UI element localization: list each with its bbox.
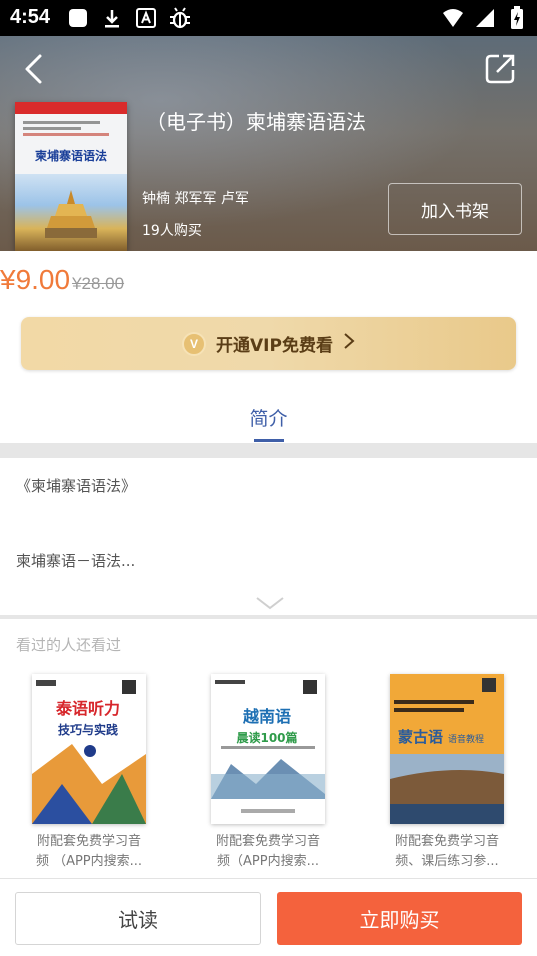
vip-free-read-button[interactable]: V 开通VIP免费看 xyxy=(21,317,516,370)
related-book-cover[interactable]: 泰语听力 技巧与实践 xyxy=(32,674,146,824)
related-book-cover[interactable]: 越南语 晨读100篇 xyxy=(211,674,325,824)
expand-intro-button[interactable] xyxy=(255,594,285,612)
related-book-card[interactable]: 蒙古语 语音教程 附配套免费学习音 频、课后练习参... xyxy=(390,674,504,872)
share-button[interactable] xyxy=(483,52,517,86)
temple-illustration xyxy=(45,190,97,238)
trial-read-button[interactable]: 试读 xyxy=(15,892,261,945)
related-book-cover-sub: 技巧与实践 xyxy=(58,722,118,737)
share-external-icon xyxy=(485,54,515,84)
book-cover[interactable]: 柬埔寨语语法 xyxy=(15,102,127,251)
related-book-desc: 附配套免费学习音 频、课后练习参... xyxy=(372,832,522,872)
related-book-card[interactable]: 泰语听力 技巧与实践 附配套免费学习音 频 （APP内搜索... xyxy=(32,674,146,872)
chevron-down-icon xyxy=(256,597,284,610)
cover-header-text xyxy=(15,114,127,143)
desc-line: 附配套免费学习音 xyxy=(36,834,141,849)
vip-badge-icon: V xyxy=(182,331,207,356)
status-bar: 4:54 xyxy=(0,0,537,36)
desc-line: 附配套免费学习音 xyxy=(394,834,499,849)
related-book-cover-sub: 晨读100篇 xyxy=(236,730,297,745)
battery-charging-icon xyxy=(505,6,529,30)
download-icon xyxy=(100,6,124,30)
intro-body: 柬埔寨语－语法... xyxy=(16,552,136,570)
bug-icon xyxy=(168,6,192,30)
intro-title: 《柬埔寨语语法》 xyxy=(16,477,137,495)
back-button[interactable] xyxy=(18,52,52,86)
tab-active-indicator xyxy=(254,439,284,442)
tab-intro[interactable]: 简介 xyxy=(0,404,537,431)
vip-label: 开通VIP免费看 xyxy=(216,336,333,356)
status-system-icons xyxy=(441,6,529,30)
vietnamese-cover-art: 越南语 晨读100篇 xyxy=(211,674,325,824)
bottom-bar-divider xyxy=(0,878,537,879)
book-authors: 钟楠 郑军军 卢军 xyxy=(142,191,249,207)
related-heading: 看过的人还看过 xyxy=(16,636,122,654)
cover-art xyxy=(15,174,127,251)
chevron-left-icon xyxy=(25,54,42,84)
status-time: 4:54 xyxy=(10,6,51,28)
book-header: 柬埔寨语语法 （电子书）柬埔寨语语法 钟楠 郑军军 卢军 19人购买 加入书架 xyxy=(0,36,537,251)
book-title: （电子书）柬埔寨语语法 xyxy=(146,110,366,134)
mongolian-cover-art: 蒙古语 语音教程 xyxy=(390,674,504,824)
related-book-cover-sub: 语音教程 xyxy=(448,733,484,745)
app-square-icon xyxy=(66,6,90,30)
wifi-icon xyxy=(441,6,465,30)
related-book-card[interactable]: 越南语 晨读100篇 附配套免费学习音 频（APP内搜索... xyxy=(211,674,325,872)
original-price: ¥28.00 xyxy=(72,274,125,293)
related-book-cover-title: 蒙古语 xyxy=(398,728,443,746)
buyer-count: 19人购买 xyxy=(142,223,202,239)
related-book-desc: 附配套免费学习音 频 （APP内搜索... xyxy=(14,832,164,872)
cover-title: 柬埔寨语语法 xyxy=(34,149,107,163)
current-price: ¥9.00 xyxy=(0,264,71,295)
signal-icon xyxy=(473,6,497,30)
font-a-icon xyxy=(134,6,158,30)
thai-listening-cover-art: 泰语听力 技巧与实践 xyxy=(32,674,146,824)
desc-line: 附配套免费学习音 xyxy=(215,834,320,849)
desc-line: 频、课后练习参... xyxy=(395,854,499,869)
related-book-cover-title: 泰语听力 xyxy=(55,699,120,718)
add-to-shelf-button[interactable]: 加入书架 xyxy=(388,183,522,235)
status-notification-icons xyxy=(66,6,192,30)
desc-line: 频 （APP内搜索... xyxy=(35,854,143,869)
desc-line: 频（APP内搜索... xyxy=(217,854,319,869)
cover-top-banner xyxy=(15,102,127,114)
buy-now-button[interactable]: 立即购买 xyxy=(277,892,522,945)
related-book-cover[interactable]: 蒙古语 语音教程 xyxy=(390,674,504,824)
price-row: ¥9.00 ¥28.00 xyxy=(0,264,124,304)
chevron-right-icon xyxy=(343,332,355,355)
related-book-desc: 附配套免费学习音 频（APP内搜索... xyxy=(193,832,343,872)
section-divider xyxy=(0,443,537,458)
related-book-cover-title: 越南语 xyxy=(242,707,291,726)
section-divider xyxy=(0,615,537,619)
